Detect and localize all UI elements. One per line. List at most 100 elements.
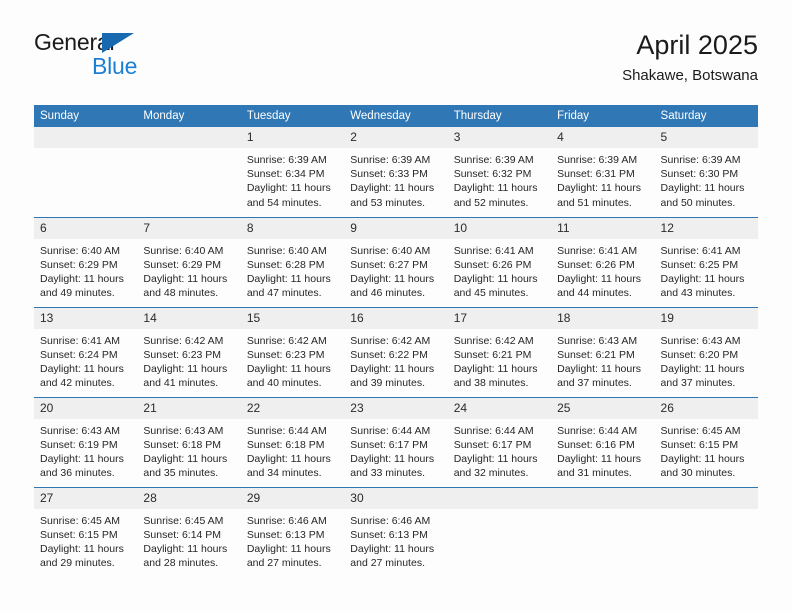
weekday-header-saturday: Saturday (654, 105, 758, 127)
day-cell[interactable]: 29 Sunrise: 6:46 AM Sunset: 6:13 PM Dayl… (240, 486, 345, 577)
sunrise-text: Sunrise: 6:43 AM (660, 334, 741, 347)
daylight-text-line1: Daylight: 11 hours (246, 182, 331, 195)
day-number: 29 (240, 487, 345, 509)
day-number: 28 (137, 487, 241, 509)
sunset-text: Sunset: 6:30 PM (660, 168, 739, 181)
daylight-text-line1: Daylight: 11 hours (350, 182, 435, 195)
sunrise-text: Sunrise: 6:40 AM (143, 244, 224, 257)
sunrise-text: Sunrise: 6:41 AM (453, 244, 534, 257)
day-details: Sunrise: 6:46 AM Sunset: 6:13 PM Dayligh… (344, 509, 447, 571)
sunset-text: Sunset: 6:31 PM (557, 168, 635, 181)
day-details: Sunrise: 6:40 AM Sunset: 6:28 PM Dayligh… (241, 239, 344, 301)
day-cell[interactable]: 18 Sunrise: 6:43 AM Sunset: 6:21 PM Dayl… (551, 306, 655, 397)
day-cell[interactable] (551, 486, 655, 577)
daylight-text-line1: Daylight: 11 hours (350, 542, 435, 555)
sunset-text: Sunset: 6:28 PM (246, 258, 325, 271)
daylight-text-line1: Daylight: 11 hours (143, 272, 228, 285)
calendar-body: 1 Sunrise: 6:39 AM Sunset: 6:34 PM Dayli… (34, 127, 758, 577)
day-cell[interactable]: 22 Sunrise: 6:44 AM Sunset: 6:18 PM Dayl… (240, 396, 345, 487)
day-cell[interactable]: 14 Sunrise: 6:42 AM Sunset: 6:23 PM Dayl… (137, 306, 241, 397)
day-cell[interactable]: 5 Sunrise: 6:39 AM Sunset: 6:30 PM Dayli… (654, 127, 758, 217)
day-cell[interactable]: 30 Sunrise: 6:46 AM Sunset: 6:13 PM Dayl… (344, 486, 448, 577)
day-cell[interactable]: 28 Sunrise: 6:45 AM Sunset: 6:14 PM Dayl… (137, 486, 241, 577)
calendar-week-row: 27 Sunrise: 6:45 AM Sunset: 6:15 PM Dayl… (34, 486, 758, 577)
day-number: 5 (654, 127, 758, 148)
day-cell[interactable]: 3 Sunrise: 6:39 AM Sunset: 6:32 PM Dayli… (447, 127, 552, 217)
day-details: Sunrise: 6:40 AM Sunset: 6:29 PM Dayligh… (137, 239, 240, 301)
day-cell[interactable]: 6 Sunrise: 6:40 AM Sunset: 6:29 PM Dayli… (34, 216, 138, 307)
day-number: 16 (344, 307, 448, 329)
day-cell[interactable]: 4 Sunrise: 6:39 AM Sunset: 6:31 PM Dayli… (551, 127, 655, 217)
day-cell[interactable] (34, 127, 138, 217)
day-details (655, 509, 758, 514)
sunrise-text: Sunrise: 6:39 AM (246, 154, 327, 166)
sunset-text: Sunset: 6:29 PM (143, 258, 222, 271)
sunset-text: Sunset: 6:21 PM (557, 348, 635, 361)
daylight-text-line1: Daylight: 11 hours (557, 182, 641, 195)
day-cell[interactable] (447, 486, 552, 577)
day-number: 27 (34, 487, 138, 509)
day-cell[interactable]: 2 Sunrise: 6:39 AM Sunset: 6:33 PM Dayli… (344, 127, 448, 217)
daylight-text-line2: and 46 minutes. (350, 287, 425, 300)
day-number: 6 (34, 217, 138, 239)
day-cell[interactable]: 13 Sunrise: 6:41 AM Sunset: 6:24 PM Dayl… (34, 306, 138, 397)
day-cell[interactable]: 24 Sunrise: 6:44 AM Sunset: 6:17 PM Dayl… (447, 396, 552, 487)
calendar-week-row: 1 Sunrise: 6:39 AM Sunset: 6:34 PM Dayli… (34, 127, 758, 217)
daylight-text-line2: and 53 minutes. (350, 196, 425, 209)
day-cell[interactable]: 9 Sunrise: 6:40 AM Sunset: 6:27 PM Dayli… (344, 216, 448, 307)
sunrise-text: Sunrise: 6:39 AM (453, 154, 534, 166)
day-cell[interactable]: 16 Sunrise: 6:42 AM Sunset: 6:22 PM Dayl… (344, 306, 448, 397)
day-number: 2 (344, 127, 448, 148)
sunrise-text: Sunrise: 6:39 AM (660, 154, 741, 166)
day-cell[interactable]: 10 Sunrise: 6:41 AM Sunset: 6:26 PM Dayl… (447, 216, 552, 307)
daylight-text-line1: Daylight: 11 hours (453, 182, 538, 195)
page-subtitle: Shakawe, Botswana (622, 67, 758, 84)
day-number: 26 (654, 397, 758, 419)
day-cell[interactable]: 12 Sunrise: 6:41 AM Sunset: 6:25 PM Dayl… (654, 216, 758, 307)
daylight-text-line2: and 38 minutes. (453, 377, 529, 390)
sunrise-text: Sunrise: 6:42 AM (143, 334, 224, 347)
day-details: Sunrise: 6:46 AM Sunset: 6:13 PM Dayligh… (241, 509, 344, 571)
day-cell[interactable]: 23 Sunrise: 6:44 AM Sunset: 6:17 PM Dayl… (344, 396, 448, 487)
day-number: 8 (240, 217, 345, 239)
sunset-text: Sunset: 6:15 PM (40, 528, 118, 541)
day-details: Sunrise: 6:41 AM Sunset: 6:25 PM Dayligh… (655, 239, 758, 301)
day-details: Sunrise: 6:42 AM Sunset: 6:23 PM Dayligh… (137, 329, 240, 391)
day-cell[interactable] (654, 486, 758, 577)
day-number: 11 (551, 217, 655, 239)
sunrise-text: Sunrise: 6:42 AM (246, 334, 327, 347)
sunrise-text: Sunrise: 6:40 AM (40, 244, 120, 257)
daylight-text-line2: and 33 minutes. (350, 467, 425, 480)
day-cell[interactable]: 20 Sunrise: 6:43 AM Sunset: 6:19 PM Dayl… (34, 396, 138, 487)
daylight-text-line1: Daylight: 11 hours (143, 542, 228, 555)
day-cell[interactable]: 25 Sunrise: 6:44 AM Sunset: 6:16 PM Dayl… (551, 396, 655, 487)
logo-text-general: General (34, 29, 115, 55)
day-cell[interactable]: 11 Sunrise: 6:41 AM Sunset: 6:26 PM Dayl… (551, 216, 655, 307)
sunrise-text: Sunrise: 6:40 AM (246, 244, 327, 257)
sunset-text: Sunset: 6:25 PM (660, 258, 739, 271)
daylight-text-line1: Daylight: 11 hours (40, 452, 124, 465)
day-number: 9 (344, 217, 448, 239)
day-details: Sunrise: 6:43 AM Sunset: 6:21 PM Dayligh… (551, 329, 654, 391)
sunrise-text: Sunrise: 6:42 AM (350, 334, 431, 347)
day-cell[interactable] (137, 127, 241, 217)
day-cell[interactable]: 8 Sunrise: 6:40 AM Sunset: 6:28 PM Dayli… (240, 216, 345, 307)
calendar-week-row: 20 Sunrise: 6:43 AM Sunset: 6:19 PM Dayl… (34, 396, 758, 487)
day-cell[interactable]: 15 Sunrise: 6:42 AM Sunset: 6:23 PM Dayl… (240, 306, 345, 397)
daylight-text-line1: Daylight: 11 hours (660, 362, 745, 375)
daylight-text-line2: and 52 minutes. (453, 196, 529, 209)
day-cell[interactable]: 1 Sunrise: 6:39 AM Sunset: 6:34 PM Dayli… (240, 127, 345, 217)
sunset-text: Sunset: 6:24 PM (40, 348, 118, 361)
sunrise-text: Sunrise: 6:45 AM (143, 514, 224, 527)
day-details: Sunrise: 6:42 AM Sunset: 6:23 PM Dayligh… (241, 329, 344, 391)
day-cell[interactable]: 19 Sunrise: 6:43 AM Sunset: 6:20 PM Dayl… (654, 306, 758, 397)
day-cell[interactable]: 27 Sunrise: 6:45 AM Sunset: 6:15 PM Dayl… (34, 486, 138, 577)
daylight-text-line1: Daylight: 11 hours (660, 452, 745, 465)
day-cell[interactable]: 26 Sunrise: 6:45 AM Sunset: 6:15 PM Dayl… (654, 396, 758, 487)
day-cell[interactable]: 17 Sunrise: 6:42 AM Sunset: 6:21 PM Dayl… (447, 306, 552, 397)
sunset-text: Sunset: 6:17 PM (453, 438, 532, 451)
day-cell[interactable]: 7 Sunrise: 6:40 AM Sunset: 6:29 PM Dayli… (137, 216, 241, 307)
day-cell[interactable]: 21 Sunrise: 6:43 AM Sunset: 6:18 PM Dayl… (137, 396, 241, 487)
day-number: 3 (447, 127, 552, 148)
weekday-header-wednesday: Wednesday (344, 105, 448, 127)
